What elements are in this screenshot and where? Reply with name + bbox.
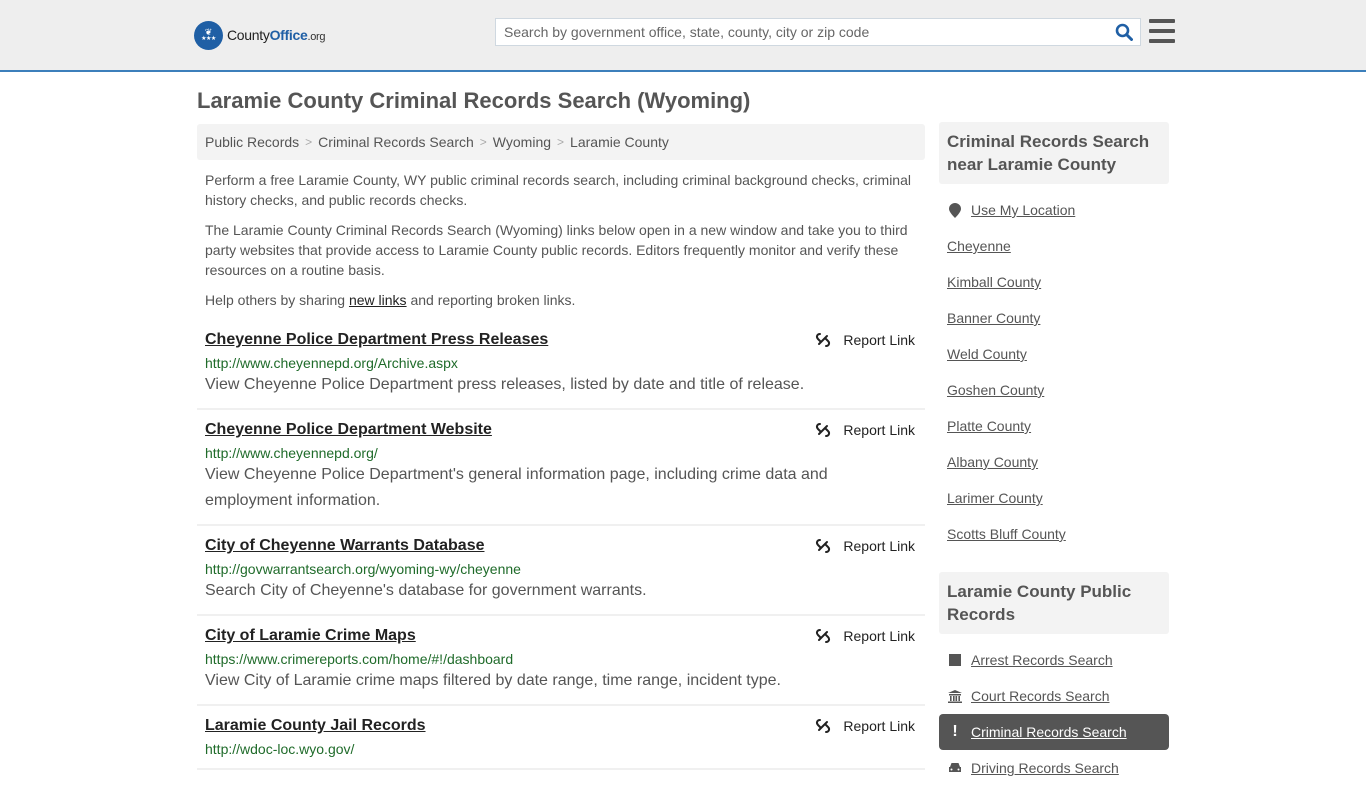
nearby-item: Weld County	[939, 336, 1169, 372]
square-icon	[947, 654, 963, 666]
intro-paragraph: Perform a free Laramie County, WY public…	[205, 172, 911, 208]
disclaimer-paragraph: The Laramie County Criminal Records Sear…	[205, 222, 908, 278]
courthouse-icon	[947, 689, 963, 703]
sidebar: Criminal Records Search near Laramie Cou…	[939, 122, 1169, 786]
nearby-link-scotts-bluff-county[interactable]: Scotts Bluff County	[947, 526, 1066, 542]
result-title-link[interactable]: Cheyenne Police Department Website	[205, 420, 492, 440]
nearby-item: Albany County	[939, 444, 1169, 480]
result-item: City of Cheyenne Warrants Database Repor…	[197, 526, 925, 616]
nearby-item: Scotts Bluff County	[939, 516, 1169, 552]
broken-link-icon	[816, 539, 831, 553]
driving-records-search-link[interactable]: Driving Records Search	[971, 760, 1119, 776]
breadcrumb-criminal-records-search[interactable]: Criminal Records Search	[318, 134, 474, 150]
result-description: View City of Laramie crime maps filtered…	[205, 672, 781, 689]
result-description: View Cheyenne Police Department press re…	[205, 376, 805, 393]
logo-text: CountyOffice.org	[227, 27, 326, 43]
result-item: City of Laramie Crime Maps Report Link h…	[197, 616, 925, 706]
nearby-item: Banner County	[939, 300, 1169, 336]
broken-link-icon	[816, 423, 831, 437]
report-link-button[interactable]: Report Link	[815, 718, 915, 734]
breadcrumb-separator: >	[479, 135, 487, 149]
court-records-search-link[interactable]: Court Records Search	[971, 688, 1110, 704]
public-records-item: Arrest Records Search	[939, 642, 1169, 678]
public-records-heading: Laramie County Public Records	[939, 572, 1169, 634]
result-title-link[interactable]: City of Laramie Crime Maps	[205, 626, 416, 646]
result-url: http://govwarrantsearch.org/wyoming-wy/c…	[205, 561, 521, 577]
result-title-link[interactable]: Cheyenne Police Department Press Release…	[205, 330, 548, 350]
hamburger-menu-icon[interactable]	[1149, 19, 1175, 43]
search-bar	[495, 18, 1141, 46]
breadcrumb: Public Records > Criminal Records Search…	[197, 124, 925, 160]
exclamation-icon: !	[952, 723, 958, 740]
result-url: http://www.cheyennepd.org/Archive.aspx	[205, 355, 458, 371]
breadcrumb-laramie-county[interactable]: Laramie County	[570, 134, 669, 150]
result-title-link[interactable]: Laramie County Jail Records	[205, 716, 426, 736]
breadcrumb-separator: >	[305, 135, 313, 149]
public-records-item: Driving Records Search	[939, 750, 1169, 786]
breadcrumb-separator: >	[557, 135, 565, 149]
nearby-link-cheyenne[interactable]: Cheyenne	[947, 238, 1011, 254]
new-links-link[interactable]: new links	[349, 292, 407, 308]
nearby-heading: Criminal Records Search near Laramie Cou…	[939, 122, 1169, 184]
results-list: Cheyenne Police Department Press Release…	[197, 320, 925, 770]
breadcrumb-wyoming[interactable]: Wyoming	[493, 134, 551, 150]
search-icon	[1115, 23, 1133, 41]
use-my-location-item: Use My Location	[939, 192, 1169, 228]
arrest-records-search-link[interactable]: Arrest Records Search	[971, 652, 1113, 668]
result-url: http://wdoc-loc.wyo.gov/	[205, 741, 355, 757]
nearby-link-weld-county[interactable]: Weld County	[947, 346, 1027, 362]
public-records-list: Arrest Records Search Court Records Sear…	[939, 642, 1169, 786]
share-links-paragraph: Help others by sharing new links and rep…	[205, 292, 576, 308]
result-item: Cheyenne Police Department Press Release…	[197, 320, 925, 410]
report-link-button[interactable]: Report Link	[815, 538, 915, 554]
broken-link-icon	[816, 333, 831, 347]
report-link-button[interactable]: Report Link	[815, 628, 915, 644]
result-url: https://www.crimereports.com/home/#!/das…	[205, 651, 514, 667]
nearby-link-kimball-county[interactable]: Kimball County	[947, 274, 1041, 290]
public-records-item-active: ! Criminal Records Search	[939, 714, 1169, 750]
logo-eagle-icon: ❦ ★★★	[194, 20, 223, 50]
report-link-button[interactable]: Report Link	[815, 422, 915, 438]
result-url: http://www.cheyennepd.org/	[205, 445, 378, 461]
nearby-item: Platte County	[939, 408, 1169, 444]
nearby-item: Kimball County	[939, 264, 1169, 300]
site-header: ❦ ★★★ CountyOffice.org	[0, 0, 1366, 72]
nearby-link-platte-county[interactable]: Platte County	[947, 418, 1031, 434]
page-title: Laramie County Criminal Records Search (…	[197, 88, 751, 113]
report-link-button[interactable]: Report Link	[815, 332, 915, 348]
map-marker-icon	[947, 202, 963, 218]
result-item: Cheyenne Police Department Website Repor…	[197, 410, 925, 526]
use-my-location-link[interactable]: Use My Location	[971, 202, 1075, 218]
nearby-link-banner-county[interactable]: Banner County	[947, 310, 1040, 326]
result-description: View Cheyenne Police Department's genera…	[205, 466, 828, 509]
broken-link-icon	[816, 629, 831, 643]
nearby-item: Goshen County	[939, 372, 1169, 408]
nearby-item: Larimer County	[939, 480, 1169, 516]
broken-link-icon	[816, 719, 831, 733]
criminal-records-search-link[interactable]: Criminal Records Search	[971, 724, 1127, 740]
nearby-item: Cheyenne	[939, 228, 1169, 264]
nearby-list: Use My Location Cheyenne Kimball County …	[939, 192, 1169, 552]
result-description: Search City of Cheyenne's database for g…	[205, 582, 647, 599]
nearby-link-larimer-county[interactable]: Larimer County	[947, 490, 1043, 506]
nearby-link-goshen-county[interactable]: Goshen County	[947, 382, 1044, 398]
breadcrumb-public-records[interactable]: Public Records	[205, 134, 299, 150]
public-records-item: Court Records Search	[939, 678, 1169, 714]
site-logo[interactable]: ❦ ★★★ CountyOffice.org	[194, 20, 326, 50]
nearby-link-albany-county[interactable]: Albany County	[947, 454, 1038, 470]
search-input[interactable]	[496, 19, 1108, 45]
search-button[interactable]	[1108, 19, 1140, 45]
result-item: Laramie County Jail Records Report Link …	[197, 706, 925, 770]
result-title-link[interactable]: City of Cheyenne Warrants Database	[205, 536, 484, 556]
car-icon	[947, 762, 963, 774]
